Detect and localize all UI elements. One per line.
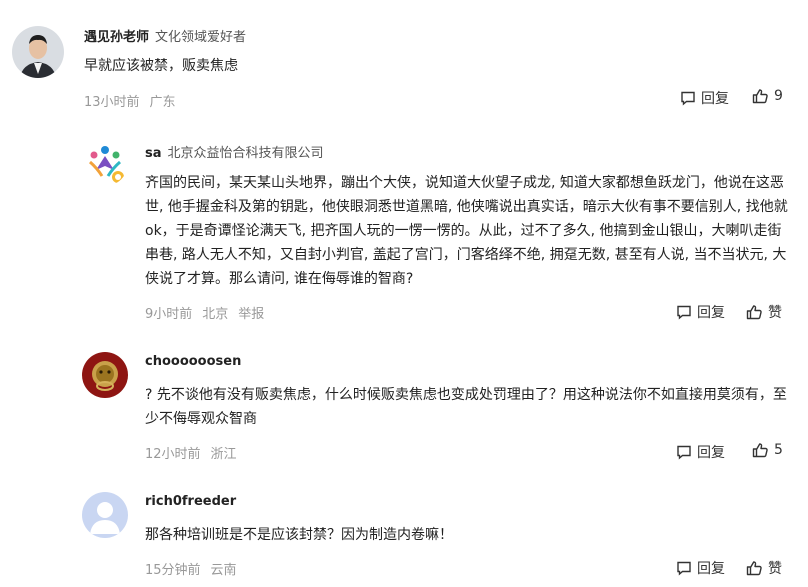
- reply-icon: [681, 91, 695, 106]
- user-tag: 北京众益怡合科技有限公司: [167, 146, 324, 161]
- avatar[interactable]: [82, 140, 128, 186]
- thumbs-up-icon: [746, 561, 762, 576]
- comment-item: rich0freeder 那各种培训班是不是应该封禁？因为制造内卷嘛！ 15分钟…: [0, 470, 808, 587]
- like-button[interactable]: 5: [752, 442, 783, 458]
- reply-button[interactable]: 回复: [676, 302, 725, 322]
- username[interactable]: sa: [145, 146, 162, 161]
- comment-text: 齐国的民间，某天某山头地界，蹦出个大侠，说知道大伙望子成龙, 知道大家都想鱼跃龙…: [145, 175, 788, 287]
- reply-label: 回复: [697, 445, 725, 461]
- thumbs-up-icon: [752, 443, 768, 458]
- like-count: 9: [774, 88, 783, 104]
- comment-location: 广东: [149, 95, 176, 110]
- username[interactable]: 遇见孙老师: [84, 30, 149, 45]
- avatar[interactable]: [82, 352, 128, 398]
- reply-button[interactable]: 回复: [680, 88, 729, 108]
- like-button[interactable]: 赞: [746, 302, 782, 322]
- reply-label: 回复: [697, 305, 725, 321]
- comment-item: sa 北京众益怡合科技有限公司 齐国的民间，某天某山头地界，蹦出个大侠，说知道大伙…: [0, 120, 808, 330]
- reply-icon: [677, 445, 691, 460]
- like-count: 5: [774, 442, 783, 458]
- like-label: 赞: [768, 561, 782, 577]
- comment-text: 早就应该被禁，贩卖焦虑: [84, 58, 238, 74]
- comment-item: choooooosen ? 先不谈他有没有贩卖焦虑，什么时候贩卖焦虑也变成处罚理…: [0, 330, 808, 470]
- comment-text: ? 先不谈他有没有贩卖焦虑，什么时候贩卖焦虑也变成处罚理由了？用这种说法你不如直…: [145, 387, 787, 427]
- comment-item: 遇见孙老师 文化领域爱好者 早就应该被禁，贩卖焦虑 13小时前 广东 回复 9: [0, 0, 808, 120]
- like-button[interactable]: 赞: [746, 558, 782, 578]
- like-button[interactable]: 9: [752, 88, 783, 104]
- reply-button[interactable]: 回复: [676, 558, 725, 578]
- comment-time: 13小时前: [84, 95, 140, 110]
- report-link[interactable]: 举报: [238, 307, 264, 322]
- comment-time: 9小时前: [145, 307, 193, 322]
- thumbs-up-icon: [746, 305, 762, 320]
- comment-time: 15分钟前: [145, 563, 201, 578]
- like-label: 赞: [768, 305, 782, 321]
- thumbs-up-icon: [752, 89, 768, 104]
- comment-location: 云南: [210, 563, 237, 578]
- user-tag: 文化领域爱好者: [155, 30, 247, 45]
- reply-button[interactable]: 回复: [676, 442, 725, 462]
- reply-icon: [677, 561, 691, 576]
- reply-icon: [677, 305, 691, 320]
- avatar[interactable]: [12, 26, 64, 78]
- username[interactable]: choooooosen: [145, 354, 241, 369]
- reply-label: 回复: [701, 91, 729, 107]
- reply-label: 回复: [697, 561, 725, 577]
- username[interactable]: rich0freeder: [145, 494, 236, 509]
- comment-text: 那各种培训班是不是应该封禁？因为制造内卷嘛！: [145, 527, 453, 543]
- comment-time: 12小时前: [145, 447, 201, 462]
- avatar[interactable]: [82, 492, 128, 538]
- comment-location: 北京: [202, 307, 229, 322]
- comment-location: 浙江: [210, 447, 237, 462]
